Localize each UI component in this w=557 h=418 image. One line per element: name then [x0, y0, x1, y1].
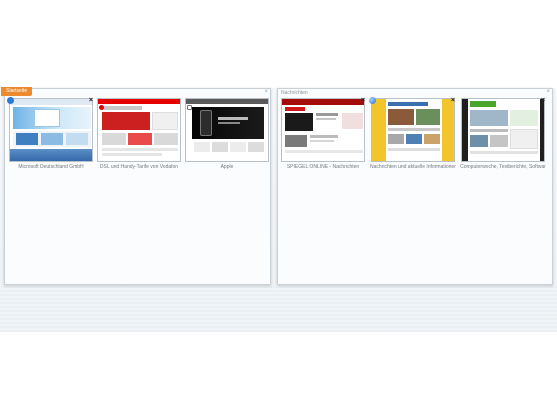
tab-group-nachrichten[interactable]: Nachrichten × × SPIEGEL ONLINE - Nachric… [277, 88, 553, 285]
background-reflection [0, 284, 557, 332]
group-tag-label[interactable]: Startseite [1, 87, 33, 96]
group-title[interactable]: Nachrichten [281, 90, 308, 97]
tab-thumbnail[interactable] [185, 98, 269, 162]
tab-label: Nachrichten und aktuelle Informationen [370, 164, 456, 170]
close-tab-icon[interactable]: × [451, 97, 455, 105]
close-tab-icon[interactable]: × [89, 97, 93, 105]
tab-computerwoche[interactable]: × Computerwoche, Testberichte, Softwar [460, 97, 546, 178]
tab-label: Microsoft Deutschland GmbH [18, 164, 84, 170]
tab-groups-view: Startseite × × Microsoft Deutschland Gmb… [0, 0, 557, 418]
close-tab-icon[interactable]: × [361, 97, 365, 105]
tab-microsoft[interactable]: × Microsoft Deutschland GmbH [7, 97, 94, 178]
group-close-icon[interactable]: × [264, 89, 268, 96]
tab-label: Computerwoche, Testberichte, Softwar [460, 164, 546, 170]
close-tab-icon[interactable]: × [541, 97, 545, 105]
tab-thumbnail[interactable] [9, 98, 93, 162]
tab-spiegel[interactable]: × SPIEGEL ONLINE - Nachrichten [280, 97, 366, 178]
tab-thumbnail[interactable] [461, 98, 545, 162]
tab-nachrichten[interactable]: × Nachrichten und aktuelle Informationen [369, 97, 456, 178]
tab-label: DSL und Handy-Tarife von Vodafon [99, 164, 179, 170]
tab-thumbnail[interactable] [97, 98, 181, 162]
tab-thumbnail[interactable] [371, 98, 455, 162]
tab-apple[interactable]: Apple [184, 98, 270, 178]
tab-label: SPIEGEL ONLINE - Nachrichten [286, 164, 360, 170]
tab-label: Apple [220, 164, 234, 170]
vodafone-favicon-icon [99, 105, 104, 110]
tab-group-startseite[interactable]: Startseite × × Microsoft Deutschland Gmb… [1, 87, 271, 285]
ie-favicon-icon [7, 97, 14, 104]
tab-thumbnail[interactable] [281, 98, 365, 162]
group-close-icon[interactable]: × [546, 89, 550, 96]
apple-favicon-icon [187, 105, 192, 110]
globe-favicon-icon [369, 97, 376, 104]
tab-vodafone[interactable]: DSL und Handy-Tarife von Vodafon [96, 98, 182, 178]
